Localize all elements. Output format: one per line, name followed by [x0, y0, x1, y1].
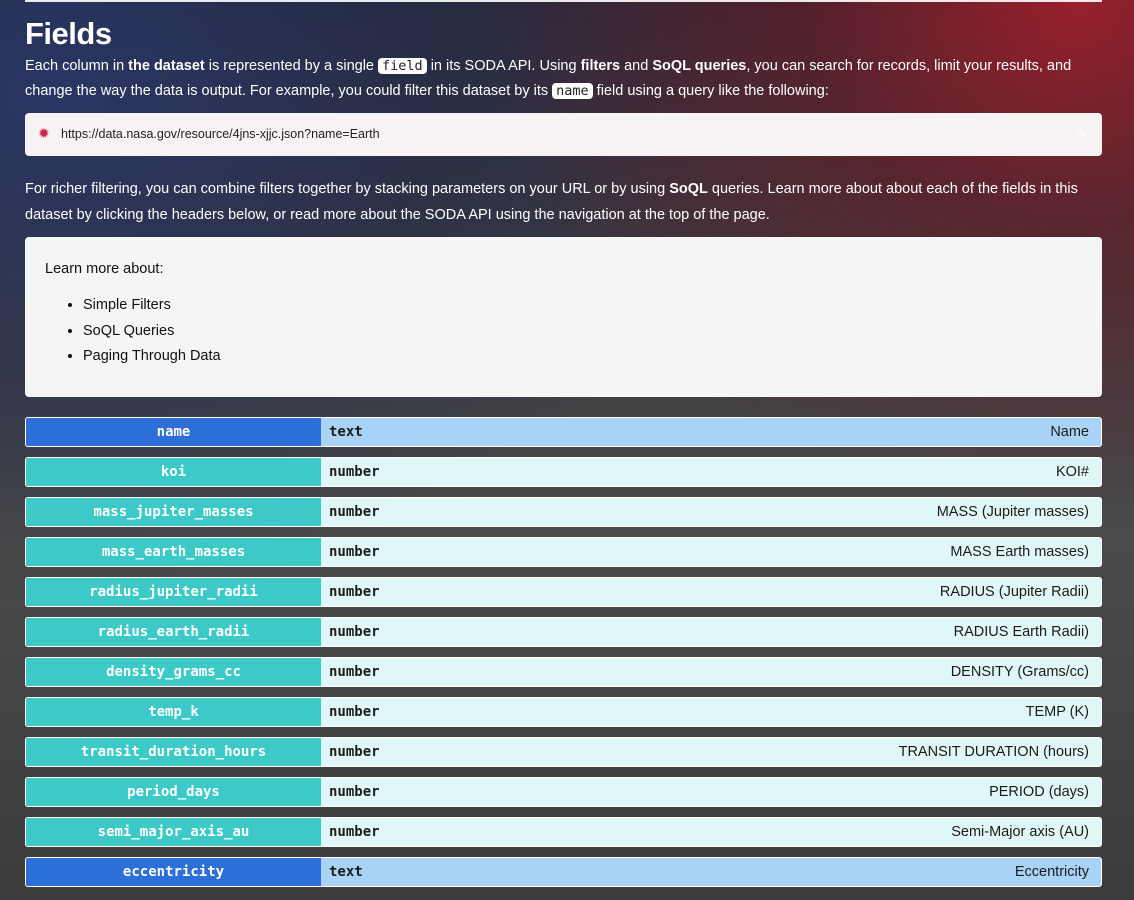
example-url-box[interactable]: ✹ https://data.nasa.gov/resource/4jns-xj…: [25, 113, 1102, 156]
field-name: name: [26, 418, 321, 446]
field-row-semi-major-axis-au[interactable]: semi_major_axis_au number Semi-Major axi…: [25, 817, 1102, 847]
learn-more-link-simple-filters[interactable]: Simple Filters: [83, 293, 221, 319]
field-name: semi_major_axis_au: [26, 818, 321, 846]
field-type: number: [329, 824, 380, 840]
richer-text: For richer filtering, you can combine fi…: [25, 181, 670, 197]
intro-text: is represented by a single: [204, 58, 379, 74]
intro-text: and: [620, 58, 653, 74]
field-description: DENSITY (Grams/cc): [950, 664, 1089, 680]
field-description: MASS Earth masses): [950, 544, 1089, 560]
gear-icon: ✹: [38, 125, 50, 141]
field-name: density_grams_cc: [26, 658, 321, 686]
field-row-mass-jupiter-masses[interactable]: mass_jupiter_masses number MASS (Jupiter…: [25, 497, 1102, 527]
learn-more-link-paging[interactable]: Paging Through Data: [83, 344, 221, 370]
field-description: RADIUS Earth Radii): [953, 624, 1089, 640]
top-divider: [25, 0, 1102, 2]
field-name: radius_jupiter_radii: [26, 578, 321, 606]
learn-more-box: Learn more about: Simple Filters SoQL Qu…: [25, 237, 1102, 397]
field-row-radius-jupiter-radii[interactable]: radius_jupiter_radii number RADIUS (Jupi…: [25, 577, 1102, 607]
field-row-density-grams-cc[interactable]: density_grams_cc number DENSITY (Grams/c…: [25, 657, 1102, 687]
field-description: RADIUS (Jupiter Radii): [939, 584, 1089, 600]
field-row-eccentricity[interactable]: eccentricity text Eccentricity: [25, 857, 1102, 887]
field-description: TEMP (K): [1025, 704, 1089, 720]
field-row-transit-duration-hours[interactable]: transit_duration_hours number TRANSIT DU…: [25, 737, 1102, 767]
learn-more-link-soql-queries[interactable]: SoQL Queries: [83, 319, 221, 345]
field-type: number: [329, 624, 380, 640]
learn-more-list: Simple Filters SoQL Queries Paging Throu…: [45, 293, 221, 370]
code-field: field: [378, 58, 427, 74]
field-description: PERIOD (days): [989, 784, 1089, 800]
field-row-radius-earth-radii[interactable]: radius_earth_radii number RADIUS Earth R…: [25, 617, 1102, 647]
field-name: radius_earth_radii: [26, 618, 321, 646]
field-name: period_days: [26, 778, 321, 806]
field-description: Name: [1050, 424, 1089, 440]
field-type: number: [329, 544, 380, 560]
field-description: MASS (Jupiter masses): [936, 504, 1089, 520]
intro-bold-dataset: the dataset: [128, 58, 205, 74]
field-description: KOI#: [1055, 464, 1089, 480]
field-row-period-days[interactable]: period_days number PERIOD (days): [25, 777, 1102, 807]
richer-bold-soql: SoQL: [669, 181, 708, 197]
field-type: number: [329, 744, 380, 760]
field-description: Semi-Major axis (AU): [951, 824, 1089, 840]
intro-bold-soql: SoQL queries: [652, 58, 747, 74]
field-description: Eccentricity: [1014, 864, 1089, 880]
intro-paragraph: Each column in the dataset is represente…: [25, 54, 1110, 104]
page-title: Fields: [25, 16, 112, 51]
field-type: number: [329, 664, 380, 680]
pencil-icon[interactable]: ✎: [1077, 126, 1088, 142]
field-row-temp-k[interactable]: temp_k number TEMP (K): [25, 697, 1102, 727]
field-name: temp_k: [26, 698, 321, 726]
code-name: name: [552, 83, 593, 99]
field-description: TRANSIT DURATION (hours): [898, 744, 1089, 760]
field-row-mass-earth-masses[interactable]: mass_earth_masses number MASS Earth mass…: [25, 537, 1102, 567]
intro-text: field using a query like the following:: [592, 83, 829, 99]
field-type: number: [329, 464, 380, 480]
field-row-koi[interactable]: koi number KOI#: [25, 457, 1102, 487]
intro-text: in its SODA API. Using: [426, 58, 581, 74]
richer-filtering-paragraph: For richer filtering, you can combine fi…: [25, 176, 1110, 228]
field-type: text: [329, 864, 363, 880]
field-name: mass_jupiter_masses: [26, 498, 321, 526]
learn-more-title: Learn more about:: [45, 261, 164, 277]
field-name: transit_duration_hours: [26, 738, 321, 766]
fields-list: name text Name koi number KOI# mass_jupi…: [25, 417, 1102, 897]
field-type: number: [329, 504, 380, 520]
intro-text: Each column in: [25, 58, 129, 74]
field-type: number: [329, 704, 380, 720]
field-type: number: [329, 584, 380, 600]
field-name: eccentricity: [26, 858, 321, 886]
intro-bold-filters: filters: [580, 58, 621, 74]
example-url[interactable]: https://data.nasa.gov/resource/4jns-xjjc…: [61, 127, 380, 141]
field-name: koi: [26, 458, 321, 486]
field-name: mass_earth_masses: [26, 538, 321, 566]
field-type: number: [329, 784, 380, 800]
field-row-name[interactable]: name text Name: [25, 417, 1102, 447]
field-type: text: [329, 424, 363, 440]
